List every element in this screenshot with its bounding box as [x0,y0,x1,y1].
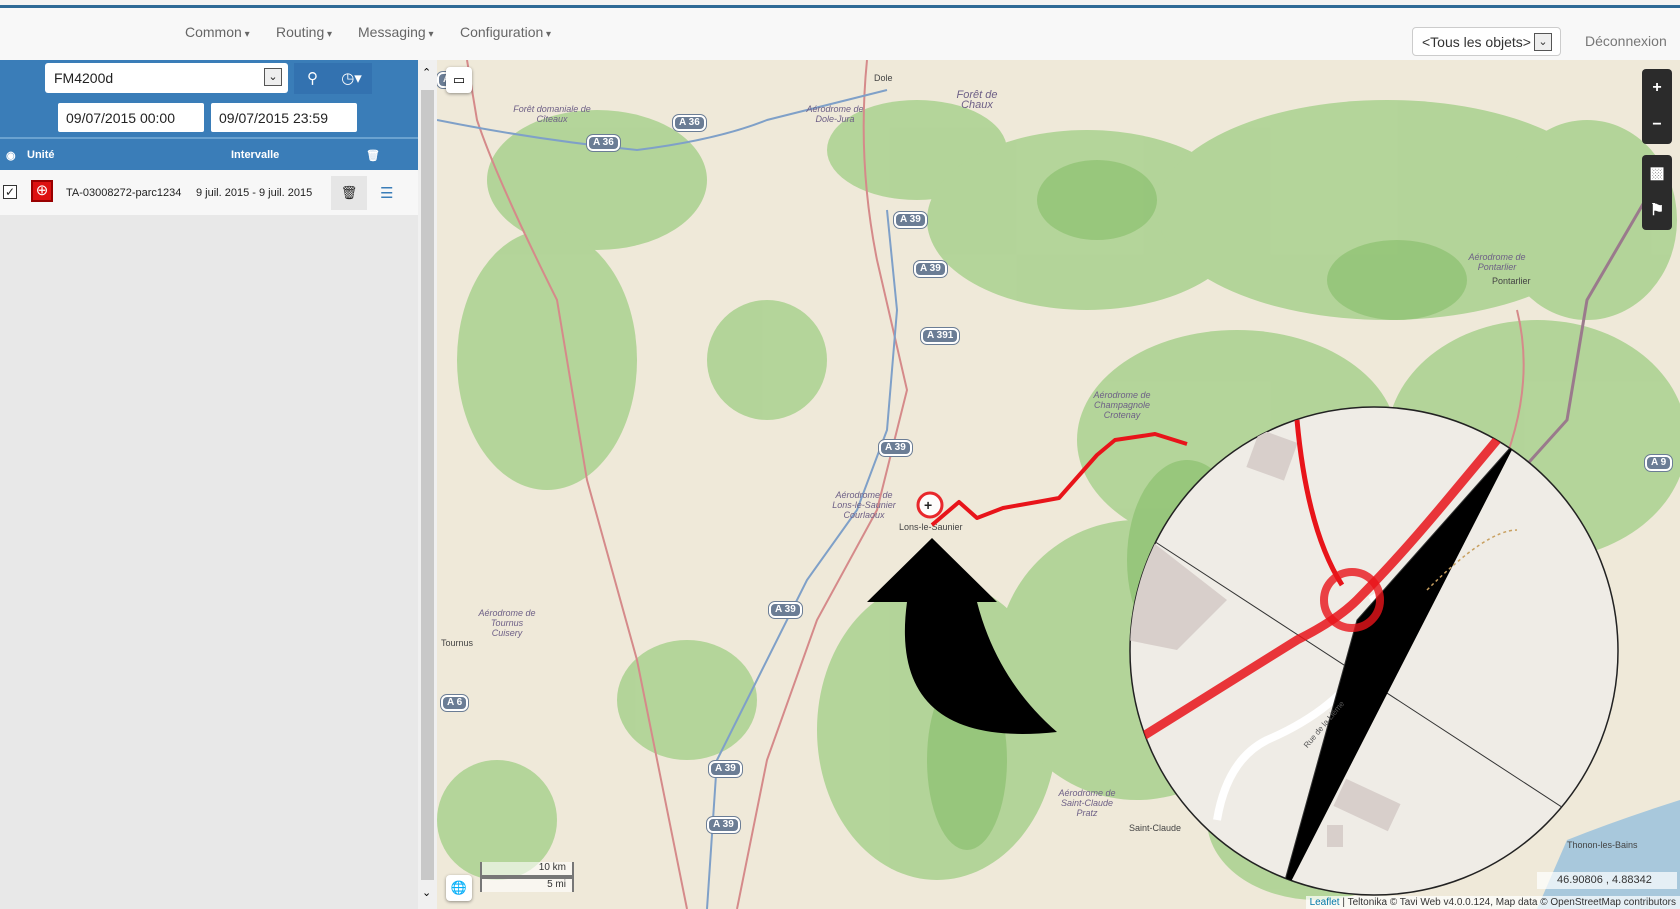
panel-header: FM4200d ⌄ ⚲ ◷▾ 09/07/2015 00:00 09/07/201… [0,60,418,137]
scroll-up-icon[interactable]: ⌃ [422,66,431,79]
unit-select-value: FM4200d [54,70,114,86]
nav-configuration[interactable]: Configuration [460,24,551,40]
tool-controls: ▩ ⚑ [1642,155,1672,230]
arrow-icon [867,538,1057,734]
trash-all-icon[interactable]: 🗑 [366,149,380,162]
map-overlay: + [867,406,1619,896]
nav-messaging[interactable]: Messaging [358,24,434,40]
object-select[interactable]: <Tous les objets> ⌄ [1412,27,1561,56]
eye-icon[interactable]: ◉ [6,149,16,162]
clock-dropdown-button[interactable]: ◷▾ [331,63,372,94]
map[interactable]: A 31 A 36 A 36 A 39 A 39 A 391 A 39 A 39… [437,60,1680,909]
attribution-text: | Teltonika © Tavi Web v4.0.0.124, Map d… [1339,897,1676,908]
date-from-input[interactable]: 09/07/2015 00:00 [58,103,204,132]
clock-icon: ◷▾ [341,70,362,87]
bookmark-icon[interactable]: ⚑ [1642,192,1672,229]
row-interval: 9 juil. 2015 - 9 juil. 2015 [196,187,313,199]
svg-text:+: + [924,497,932,513]
col-interval: Intervalle [231,149,280,161]
date-to-input[interactable]: 09/07/2015 23:59 [211,103,357,132]
nav-common[interactable]: Common [185,24,250,40]
left-panel: FM4200d ⌄ ⚲ ◷▾ 09/07/2015 00:00 09/07/201… [0,60,418,909]
layers-button[interactable]: 🌐 [446,875,472,901]
col-unit: Unité [27,149,55,161]
zoom-in-button[interactable]: + [1642,69,1672,106]
magnifier-inset [1129,406,1619,896]
print-icon[interactable]: ▩ [1642,155,1672,192]
scrollbar-thumb[interactable] [421,90,434,880]
scale-bar: 10 km 5 mi [480,862,574,892]
coordinates-readout: 46.90806 , 4.88342 [1537,872,1677,889]
leaflet-link[interactable]: Leaflet [1310,897,1340,908]
crosshair-icon[interactable]: ⊕ [31,180,53,202]
chevron-down-icon: ⌄ [1534,33,1552,51]
scale-km: 10 km [480,862,574,877]
globe-icon: 🌐 [450,880,468,895]
scroll-down-icon[interactable]: ⌄ [422,886,431,899]
nav-routing[interactable]: Routing [276,24,332,40]
list-icon[interactable]: ☰ [380,184,393,202]
search-icon: ⚲ [307,70,318,87]
row-delete-button[interactable]: 🗑 [331,176,367,210]
attribution: Leaflet | Teltonika © Tavi Web v4.0.0.12… [1305,896,1680,909]
logout-link[interactable]: Déconnexion [1585,33,1667,49]
scale-mi: 5 mi [480,877,574,892]
eraser-icon: ▭ [452,72,466,87]
unit-select[interactable]: FM4200d ⌄ [45,63,288,93]
table-row: ✓ ⊕ TA-03008272-parc1234 9 juil. 2015 - … [0,170,418,215]
chevron-down-icon: ⌄ [264,68,282,86]
top-accent-bar [0,0,1680,8]
panel-scrollbar[interactable]: ⌃ ⌄ [418,60,437,909]
column-header: ◉ Unité Intervalle 🗑 [0,137,418,170]
zoom-out-button[interactable]: − [1642,106,1672,143]
row-unit: TA-03008272-parc1234 [66,187,182,199]
search-button[interactable]: ⚲ [294,63,331,94]
row-checkbox[interactable]: ✓ [3,185,17,199]
top-nav: Common Routing Messaging Configuration <… [0,8,1680,60]
route-line [930,432,1188,527]
object-select-value: <Tous les objets> [1422,34,1531,50]
draw-tool-button[interactable]: ▭ [446,67,472,93]
zoom-controls: + − [1642,69,1672,144]
